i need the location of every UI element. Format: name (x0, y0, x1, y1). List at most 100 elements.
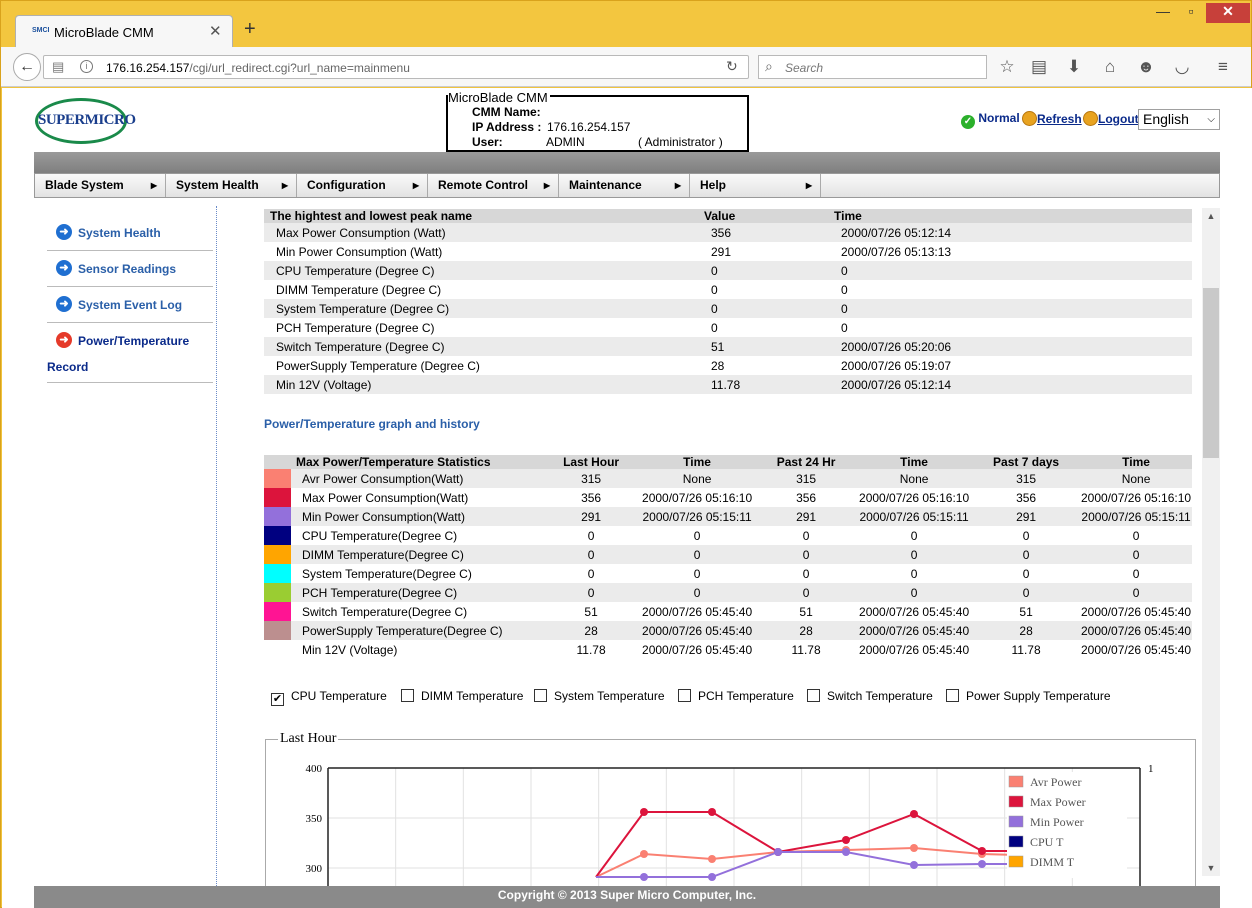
scrollbar[interactable]: ▲ ▼ (1202, 208, 1220, 876)
download-icon[interactable]: ⬇ (1064, 57, 1084, 77)
main-menu: Blade System ▶ System Health ▶ Configurati… (34, 173, 1220, 198)
stat-name: Min Power Consumption(Watt) (291, 507, 545, 526)
color-swatch (264, 469, 291, 488)
menu-remote-control[interactable]: Remote Control ▶ (428, 174, 559, 197)
color-swatch-cell (264, 621, 291, 640)
color-swatch (264, 507, 291, 526)
sidebar-item-power-temperature-record[interactable]: ➜ Power/Temperature Record (47, 323, 213, 383)
checkbox[interactable] (678, 689, 691, 702)
color-swatch-cell (264, 583, 291, 602)
table-row: CPU Temperature (Degree C) 0 0 (264, 261, 1192, 280)
column-header: Past 7 days (972, 455, 1081, 469)
checkbox[interactable] (534, 689, 547, 702)
reading-list-icon[interactable]: ▤ (1029, 57, 1049, 77)
stat-value: 28 (756, 621, 857, 640)
column-header: Time (856, 455, 973, 469)
stat-value: 2000/07/26 05:16:10 (1080, 490, 1192, 505)
column-header: Max Power/Temperature Statistics (264, 455, 545, 469)
logout-text[interactable]: Logout (1098, 112, 1139, 126)
scroll-down-icon[interactable]: ▼ (1202, 860, 1220, 876)
checkbox[interactable] (946, 689, 959, 702)
close-tab-icon[interactable]: ✕ (209, 22, 222, 40)
checkbox-dimm-temperature[interactable]: DIMM Temperature (401, 689, 523, 703)
stat-value: 356 (581, 490, 602, 505)
color-swatch (264, 602, 291, 621)
home-icon[interactable]: ⌂ (1100, 57, 1120, 77)
color-swatch (264, 545, 291, 564)
reload-icon[interactable]: ↻ (726, 58, 738, 75)
new-tab-icon[interactable]: + (244, 19, 256, 39)
column-header: Value (704, 209, 834, 223)
smiley-icon[interactable]: ☻ (1136, 57, 1156, 77)
language-select[interactable]: English ⌵ (1138, 109, 1220, 130)
table-row: PowerSupply Temperature(Degree C) 28 2000/… (264, 621, 1192, 640)
refresh-link[interactable]: Refresh (1022, 111, 1082, 126)
stat-name: PCH Temperature(Degree C) (291, 583, 545, 602)
menu-blade-system[interactable]: Blade System ▶ (35, 174, 166, 197)
minimize-icon[interactable]: — (1153, 3, 1173, 23)
scrollbar-thumb[interactable] (1203, 288, 1219, 458)
checkbox[interactable] (807, 689, 820, 702)
stat-value: 2000/07/26 05:45:40 (638, 621, 757, 640)
refresh-text[interactable]: Refresh (1037, 112, 1082, 126)
page-content: SUPERMICRO MicroBlade CMM CMM Name: IP A… (2, 88, 1252, 908)
stat-value: 0 (1080, 545, 1192, 564)
table-row: PCH Temperature (Degree C) 0 0 (276, 320, 848, 335)
stat-value: 0 (544, 545, 639, 564)
table-row: Max Power Consumption(Watt) 356 2000/07/26… (264, 488, 1192, 507)
bookmark-star-icon[interactable]: ☆ (997, 57, 1017, 77)
table-row: Switch Temperature (Degree C) 51 2000/07/2… (264, 337, 1192, 356)
nav-toolbar: ← ▤ i 176.16.254.157/cgi/url_redirect.cg… (1, 47, 1251, 87)
checkbox-power-supply-temperature[interactable]: Power Supply Temperature (946, 689, 1111, 703)
browser-tab[interactable]: SMCI MicroBlade CMM ✕ (15, 15, 233, 48)
checkbox[interactable] (401, 689, 414, 702)
stat-value: 356 (1016, 490, 1037, 505)
logout-icon (1083, 111, 1098, 126)
legend-label: Min Power (1030, 815, 1084, 829)
stat-value: 0 (638, 583, 757, 602)
sidebar-item-sensor-readings[interactable]: ➜ Sensor Readings (47, 251, 213, 287)
table-row: PCH Temperature(Degree C) 0 0 0 0 0 0 (264, 583, 1192, 602)
checkbox-cpu-temperature[interactable]: ✔ CPU Temperature (271, 689, 387, 706)
divider (216, 206, 217, 908)
info-icon[interactable]: i (80, 60, 93, 73)
stat-name: Max Power Consumption(Watt) (302, 490, 469, 505)
sidebar-item-system-health[interactable]: ➜ System Health (47, 215, 213, 251)
checkbox[interactable]: ✔ (271, 693, 284, 706)
page-icon: ▤ (52, 59, 65, 74)
search-bar[interactable]: ⌕ Search (758, 55, 987, 79)
menu-help[interactable]: Help ▶ (690, 174, 821, 197)
column-header: Time (638, 455, 757, 469)
menu-icon[interactable]: ≡ (1213, 57, 1233, 77)
stat-value: 2000/07/26 05:16:10 (642, 490, 753, 505)
status-text: Normal (978, 111, 1020, 125)
data-point (910, 810, 918, 818)
maximize-icon[interactable]: ▫ (1181, 3, 1201, 23)
menu-system-health[interactable]: System Health ▶ (166, 174, 297, 197)
stat-name: PowerSupply Temperature(Degree C) (291, 621, 545, 640)
stat-name: Switch Temperature(Degree C) (302, 604, 468, 619)
stat-value: 11.78 (576, 642, 606, 657)
sidebar-item-system-event-log[interactable]: ➜ System Event Log (47, 287, 213, 323)
checkbox-switch-temperature[interactable]: Switch Temperature (807, 689, 933, 703)
checkbox-system-temperature[interactable]: System Temperature (534, 689, 665, 703)
logout-link[interactable]: Logout (1083, 111, 1139, 126)
scroll-up-icon[interactable]: ▲ (1202, 208, 1220, 224)
legend-swatch (1008, 795, 1024, 808)
table-row: Min Power Consumption (Watt) 291 2000/07/2… (276, 244, 952, 259)
data-point (978, 847, 986, 855)
back-icon[interactable]: ← (13, 53, 41, 81)
menu-maintenance[interactable]: Maintenance ▶ (559, 174, 690, 197)
stat-value: 2000/07/26 05:15:11 (1080, 507, 1192, 526)
close-window-icon[interactable]: ✕ (1206, 3, 1250, 23)
color-swatch (264, 583, 291, 602)
url-bar[interactable]: ▤ i 176.16.254.157/cgi/url_redirect.cgi?… (43, 55, 749, 79)
color-swatch-cell (264, 640, 291, 659)
arrow-right-circle-icon: ➜ (56, 296, 72, 312)
pocket-icon[interactable]: ◡ (1172, 57, 1192, 77)
checkbox-pch-temperature[interactable]: PCH Temperature (678, 689, 794, 703)
menu-configuration[interactable]: Configuration ▶ (297, 174, 428, 197)
stat-value: 291 (544, 507, 639, 526)
stat-value: 2000/07/26 05:45:40 (856, 621, 973, 640)
arrow-right-icon: ▶ (543, 181, 550, 190)
